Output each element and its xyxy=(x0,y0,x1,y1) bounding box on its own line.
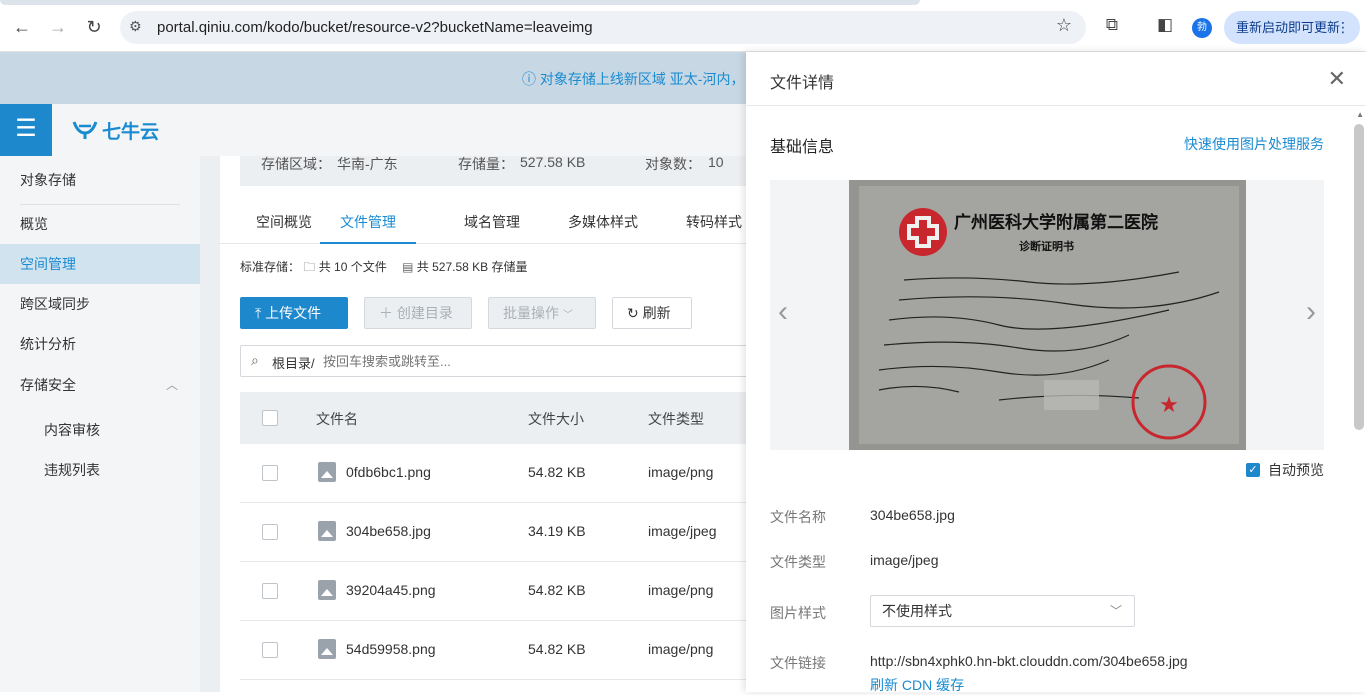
profile-avatar[interactable]: 勃 xyxy=(1192,18,1212,38)
photo-subheader: 诊断证明书 xyxy=(1019,239,1074,253)
file-link-value[interactable]: http://sbn4xphk0.hn-bkt.clouddn.com/304b… xyxy=(870,653,1188,669)
back-icon[interactable]: ← xyxy=(9,14,35,40)
file-detail-drawer: 文件详情 ✕ 基础信息 快速使用图片处理服务 ‹ 广州医科大学附属第二医院 诊断… xyxy=(746,52,1366,695)
forward-icon[interactable]: → xyxy=(45,14,71,40)
photo-header: 广州医科大学附属第二医院 xyxy=(954,212,1158,233)
extensions-icon[interactable]: ⧉ xyxy=(1101,15,1123,35)
document-photo: 广州医科大学附属第二医院 诊断证明书 ★ xyxy=(849,180,1246,450)
file-type-value: image/jpeg xyxy=(870,552,939,568)
browser-toolbar: ← → ↻ ⚙ portal.qiniu.com/kodo/bucket/res… xyxy=(0,0,1366,52)
tab-strip xyxy=(0,0,920,5)
site-settings-icon[interactable]: ⚙ xyxy=(129,18,142,35)
image-style-value: 不使用样式 xyxy=(882,603,952,619)
address-bar[interactable]: ⚙ portal.qiniu.com/kodo/bucket/resource-… xyxy=(120,11,1086,44)
prev-arrow-icon[interactable]: ‹ xyxy=(778,295,788,329)
refresh-cdn-link[interactable]: 刷新 CDN 缓存 xyxy=(870,675,964,695)
bookmark-star-icon[interactable]: ☆ xyxy=(1056,15,1072,36)
hospital-cross-logo xyxy=(899,208,947,256)
side-panel-icon[interactable]: ◧ xyxy=(1154,15,1176,35)
drawer-scrollbar[interactable] xyxy=(1354,124,1364,430)
image-preview: ‹ 广州医科大学附属第二医院 诊断证明书 ★ › xyxy=(770,180,1324,450)
section-title: 基础信息 xyxy=(770,139,835,156)
image-style-select[interactable]: 不使用样式 ﹀ xyxy=(870,595,1135,627)
preview-photo[interactable]: 广州医科大学附属第二医院 诊断证明书 ★ xyxy=(849,180,1246,450)
scroll-up-arrow-icon[interactable]: ▲ xyxy=(1356,110,1364,119)
image-processing-link[interactable]: 快速使用图片处理服务 xyxy=(1184,134,1324,154)
modal-overlay[interactable] xyxy=(0,52,746,692)
auto-preview-toggle[interactable]: ✓ 自动预览 xyxy=(1246,460,1324,480)
checkbox-checked-icon[interactable]: ✓ xyxy=(1246,463,1260,477)
reload-icon[interactable]: ↻ xyxy=(81,14,107,40)
drawer-header: 文件详情 ✕ xyxy=(746,52,1366,106)
update-label: 重新启动即可更新 xyxy=(1236,20,1341,35)
update-button[interactable]: 重新启动即可更新 ⋮ xyxy=(1224,11,1360,44)
drawer-title: 文件详情 xyxy=(770,75,835,92)
chevron-down-icon: ﹀ xyxy=(1109,604,1122,618)
file-link-label: 文件链接 xyxy=(770,655,826,671)
next-arrow-icon[interactable]: › xyxy=(1306,295,1316,329)
close-icon[interactable]: ✕ xyxy=(1328,66,1346,92)
file-name-label: 文件名称 xyxy=(770,509,826,525)
url-text[interactable]: portal.qiniu.com/kodo/bucket/resource-v2… xyxy=(157,19,593,36)
image-style-label: 图片样式 xyxy=(770,605,826,621)
file-type-label: 文件类型 xyxy=(770,554,826,570)
svg-text:★: ★ xyxy=(1159,392,1179,417)
more-menu-icon[interactable]: ⋮ xyxy=(1336,11,1350,44)
file-name-value: 304be658.jpg xyxy=(870,507,955,523)
auto-preview-label: 自动预览 xyxy=(1268,462,1324,478)
